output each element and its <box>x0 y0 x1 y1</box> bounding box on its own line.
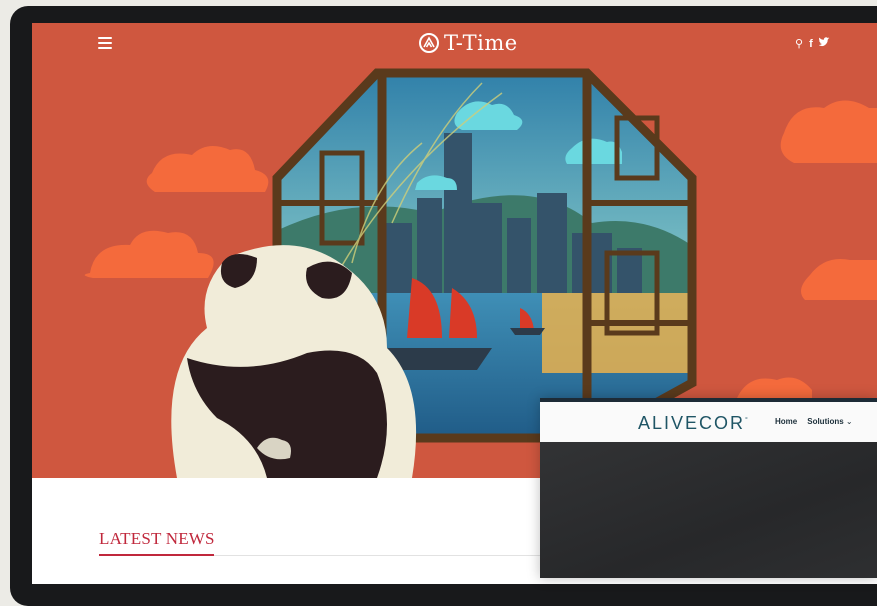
alivecor-preview-card: ALIVECOR° Home Solutions ⌄ <box>540 398 877 578</box>
nav-solutions-link[interactable]: Solutions ⌄ <box>807 417 852 426</box>
site-header: T-Time ⚲ f <box>32 23 877 67</box>
section-divider-accent <box>99 554 214 556</box>
decorative-cloud-right <box>727 100 877 410</box>
twitter-icon[interactable] <box>818 37 830 50</box>
site-logo[interactable]: T-Time <box>418 31 518 55</box>
social-nav: ⚲ f <box>795 37 830 50</box>
alivecor-nav-links: Home Solutions ⌄ <box>775 417 853 426</box>
t-time-logo-icon <box>419 33 439 53</box>
alivecor-hero-area <box>540 442 877 578</box>
latest-news-heading: LATEST NEWS <box>99 529 215 548</box>
nav-solutions-label: Solutions <box>807 417 844 426</box>
facebook-icon[interactable]: f <box>809 38 813 50</box>
nav-home-link[interactable]: Home <box>775 417 797 426</box>
search-icon[interactable]: ⚲ <box>795 38 803 50</box>
alivecor-navbar: ALIVECOR° Home Solutions ⌄ <box>540 402 877 442</box>
site-name: T-Time <box>444 31 518 55</box>
chevron-down-icon: ⌄ <box>843 417 853 426</box>
alivecor-brand-text: ALIVECOR <box>638 413 746 433</box>
hamburger-menu-icon[interactable] <box>98 37 112 49</box>
trademark-mark: ° <box>745 417 750 424</box>
alivecor-logo[interactable]: ALIVECOR° <box>638 413 750 434</box>
